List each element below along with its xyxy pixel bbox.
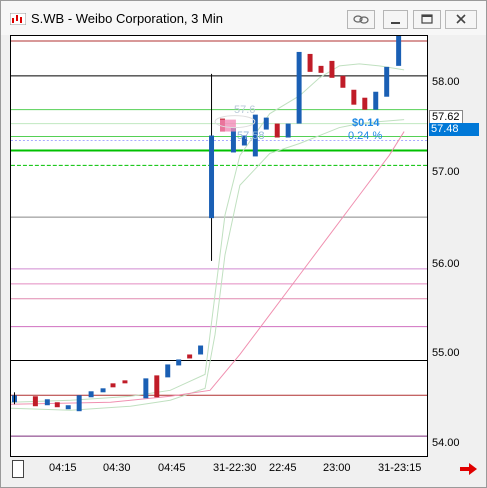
x-tick: 31-23:15	[378, 462, 422, 474]
link-button[interactable]	[347, 10, 375, 29]
percent-value: 0.24 %	[348, 130, 383, 142]
minimize-button[interactable]	[383, 10, 408, 29]
title-bar[interactable]: S.WB - Weibo Corporation, 3 Min	[1, 1, 486, 35]
app-icon	[10, 13, 26, 25]
y-tick: 55.00	[432, 347, 460, 359]
x-tick: 23:00	[323, 462, 351, 474]
pane-toggle[interactable]	[12, 460, 24, 478]
x-tick: 31-22:30	[213, 462, 257, 474]
x-tick: 22:45	[269, 462, 297, 474]
change-value: $0.14	[352, 117, 380, 129]
faint-label-1: 57.6	[234, 104, 256, 116]
y-tick: 56.00	[432, 258, 460, 270]
maximize-icon	[421, 14, 433, 24]
maximize-button[interactable]	[413, 10, 441, 29]
minimize-icon	[391, 22, 400, 24]
x-tick: 04:15	[49, 462, 77, 474]
arrow-right-icon[interactable]	[460, 462, 478, 476]
faint-label-2: 57.58	[237, 130, 265, 142]
y-tick: 58.00	[432, 76, 460, 88]
link-icon	[353, 15, 369, 24]
chart-window: S.WB - Weibo Corporation, 3 Min $0.14 0.…	[0, 0, 487, 488]
window-title: S.WB - Weibo Corporation, 3 Min	[31, 11, 223, 26]
candles	[11, 36, 402, 412]
close-button[interactable]	[445, 10, 477, 29]
price-chart[interactable]	[10, 35, 428, 457]
x-tick: 04:45	[158, 462, 186, 474]
close-icon	[456, 14, 466, 24]
x-tick: 04:30	[103, 462, 131, 474]
y-tick: 57.00	[432, 166, 460, 178]
y-tick: 54.00	[432, 437, 460, 449]
current-price-tag: 57.48	[429, 123, 479, 136]
